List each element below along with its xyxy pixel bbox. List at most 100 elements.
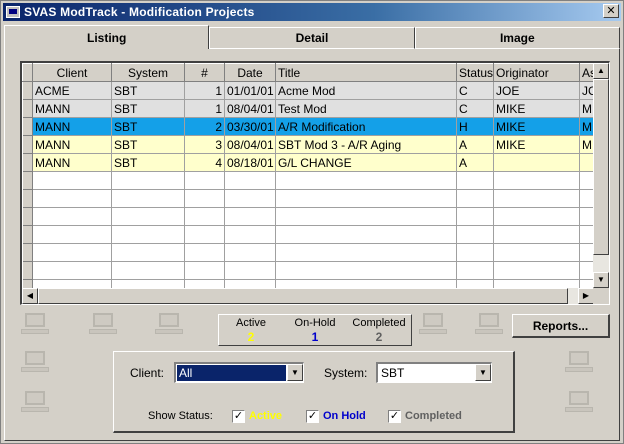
cell-date[interactable]: 08/04/01 bbox=[224, 135, 276, 154]
cell-system[interactable]: SBT bbox=[111, 153, 185, 172]
chevron-down-icon[interactable]: ▼ bbox=[475, 364, 491, 381]
chevron-down-icon[interactable]: ▼ bbox=[287, 364, 303, 381]
show-status-label: Show Status: bbox=[148, 410, 213, 422]
cell-client[interactable]: MANN bbox=[32, 135, 112, 154]
cell-title[interactable]: G/L CHANGE bbox=[275, 153, 457, 172]
cell-assigned[interactable]: MI bbox=[579, 99, 594, 118]
vertical-scroll-thumb[interactable] bbox=[593, 79, 609, 255]
tab-image[interactable]: Image bbox=[414, 27, 620, 49]
row-selector[interactable] bbox=[22, 153, 33, 172]
cell-system[interactable]: SBT bbox=[111, 135, 185, 154]
cell-assigned[interactable]: JC bbox=[579, 81, 594, 100]
row-selector[interactable] bbox=[22, 81, 33, 100]
cell-number[interactable]: 4 bbox=[184, 153, 225, 172]
cell-status[interactable]: A bbox=[456, 135, 494, 154]
cell-system[interactable]: SBT bbox=[111, 117, 185, 136]
column-header-assigned[interactable]: As bbox=[579, 63, 594, 82]
row-selector[interactable] bbox=[22, 135, 33, 154]
cell-system[interactable]: SBT bbox=[111, 99, 185, 118]
empty-cell bbox=[224, 171, 276, 190]
empty-cell bbox=[32, 171, 112, 190]
column-header-status[interactable]: Status bbox=[456, 63, 494, 82]
row-selector[interactable] bbox=[22, 117, 33, 136]
horizontal-scrollbar[interactable]: ◀ ▶ bbox=[22, 288, 594, 304]
cell-client[interactable]: MANN bbox=[32, 117, 112, 136]
cell-originator[interactable]: MIKE bbox=[493, 135, 580, 154]
cell-number[interactable]: 3 bbox=[184, 135, 225, 154]
cell-status[interactable]: C bbox=[456, 81, 494, 100]
column-header-title[interactable]: Title bbox=[275, 63, 457, 82]
column-header-system[interactable]: System bbox=[111, 63, 185, 82]
empty-cell bbox=[456, 279, 494, 288]
empty-cell bbox=[275, 279, 457, 288]
horizontal-scroll-thumb[interactable] bbox=[38, 288, 568, 304]
cell-status[interactable]: C bbox=[456, 99, 494, 118]
listing-panel: Client System # Date Title Status Origin… bbox=[4, 49, 620, 441]
cell-originator[interactable]: MIKE bbox=[493, 99, 580, 118]
scroll-right-icon[interactable]: ▶ bbox=[578, 288, 594, 304]
completed-checkbox[interactable]: ✓ bbox=[388, 410, 401, 423]
cell-date[interactable]: 08/04/01 bbox=[224, 99, 276, 118]
cell-assigned[interactable]: MI bbox=[579, 135, 594, 154]
row-selector[interactable] bbox=[22, 99, 33, 118]
watermark-computer-icon bbox=[155, 313, 183, 335]
tab-detail[interactable]: Detail bbox=[209, 27, 415, 49]
grid-viewport: Client System # Date Title Status Origin… bbox=[22, 63, 594, 288]
empty-cell bbox=[32, 279, 112, 288]
column-header-client[interactable]: Client bbox=[32, 63, 112, 82]
completed-checkbox-label[interactable]: Completed bbox=[405, 410, 462, 422]
watermark-computer-icon bbox=[565, 351, 593, 373]
vertical-scrollbar[interactable]: ▲ ▼ bbox=[593, 63, 609, 288]
cell-title[interactable]: Test Mod bbox=[275, 99, 457, 118]
cell-number[interactable]: 1 bbox=[184, 81, 225, 100]
column-header-number[interactable]: # bbox=[184, 63, 225, 82]
table-row[interactable]: MANNSBT108/04/01Test ModCMIKEMI bbox=[22, 99, 594, 118]
cell-client[interactable]: MANN bbox=[32, 99, 112, 118]
cell-assigned[interactable]: MI bbox=[579, 117, 594, 136]
cell-title[interactable]: Acme Mod bbox=[275, 81, 457, 100]
empty-cell bbox=[275, 225, 457, 244]
cell-title[interactable]: SBT Mod 3 - A/R Aging bbox=[275, 135, 457, 154]
empty-cell bbox=[184, 225, 225, 244]
cell-client[interactable]: ACME bbox=[32, 81, 112, 100]
table-row[interactable]: MANN SBT 3 08/04/01 SBT Mod 3 - A/R Aging A MI… bbox=[22, 135, 594, 154]
active-checkbox-label[interactable]: Active bbox=[249, 410, 282, 422]
scroll-up-icon[interactable]: ▲ bbox=[593, 63, 609, 79]
cell-number[interactable]: 1 bbox=[184, 99, 225, 118]
close-button[interactable]: ✕ bbox=[603, 4, 619, 18]
title-bar[interactable]: SVAS ModTrack - Modification Projects ✕ bbox=[3, 3, 621, 21]
table-row[interactable]: MANNSBT203/30/01A/R ModificationHMIKEMI bbox=[22, 117, 594, 136]
tab-listing[interactable]: Listing bbox=[4, 25, 210, 49]
on-hold-checkbox-label[interactable]: On Hold bbox=[323, 410, 366, 422]
app-computer-icon bbox=[6, 6, 20, 18]
active-checkbox[interactable]: ✓ bbox=[232, 410, 245, 423]
cell-date[interactable]: 03/30/01 bbox=[224, 117, 276, 136]
cell-system[interactable]: SBT bbox=[111, 81, 185, 100]
scroll-down-icon[interactable]: ▼ bbox=[593, 272, 609, 288]
table-row[interactable]: ACMESBT101/01/01Acme ModCJOEJC bbox=[22, 81, 594, 100]
cell-originator[interactable]: JOE bbox=[493, 81, 580, 100]
column-header-date[interactable]: Date bbox=[224, 63, 276, 82]
cell-number[interactable]: 2 bbox=[184, 117, 225, 136]
cell-status[interactable]: A bbox=[456, 153, 494, 172]
cell-status[interactable]: H bbox=[456, 117, 494, 136]
empty-table-row bbox=[22, 261, 594, 280]
watermark-computer-icon bbox=[21, 391, 49, 413]
column-header-originator[interactable]: Originator bbox=[493, 63, 580, 82]
table-row[interactable]: MANN SBT 4 08/18/01 G/L CHANGE A bbox=[22, 153, 594, 172]
cell-date[interactable]: 01/01/01 bbox=[224, 81, 276, 100]
projects-table: Client System # Date Title Status Origin… bbox=[22, 63, 594, 288]
empty-cell bbox=[111, 207, 185, 226]
cell-originator[interactable] bbox=[493, 153, 580, 172]
empty-cell bbox=[579, 189, 594, 208]
scroll-left-icon[interactable]: ◀ bbox=[22, 288, 38, 304]
reports-button[interactable]: Reports... bbox=[512, 314, 610, 338]
cell-title[interactable]: A/R Modification bbox=[275, 117, 457, 136]
cell-assigned[interactable] bbox=[579, 153, 594, 172]
cell-originator[interactable]: MIKE bbox=[493, 117, 580, 136]
client-select[interactable]: All ▼ bbox=[174, 362, 304, 383]
cell-date[interactable]: 08/18/01 bbox=[224, 153, 276, 172]
on-hold-checkbox[interactable]: ✓ bbox=[306, 410, 319, 423]
cell-client[interactable]: MANN bbox=[32, 153, 112, 172]
system-select[interactable]: SBT ▼ bbox=[376, 362, 492, 383]
